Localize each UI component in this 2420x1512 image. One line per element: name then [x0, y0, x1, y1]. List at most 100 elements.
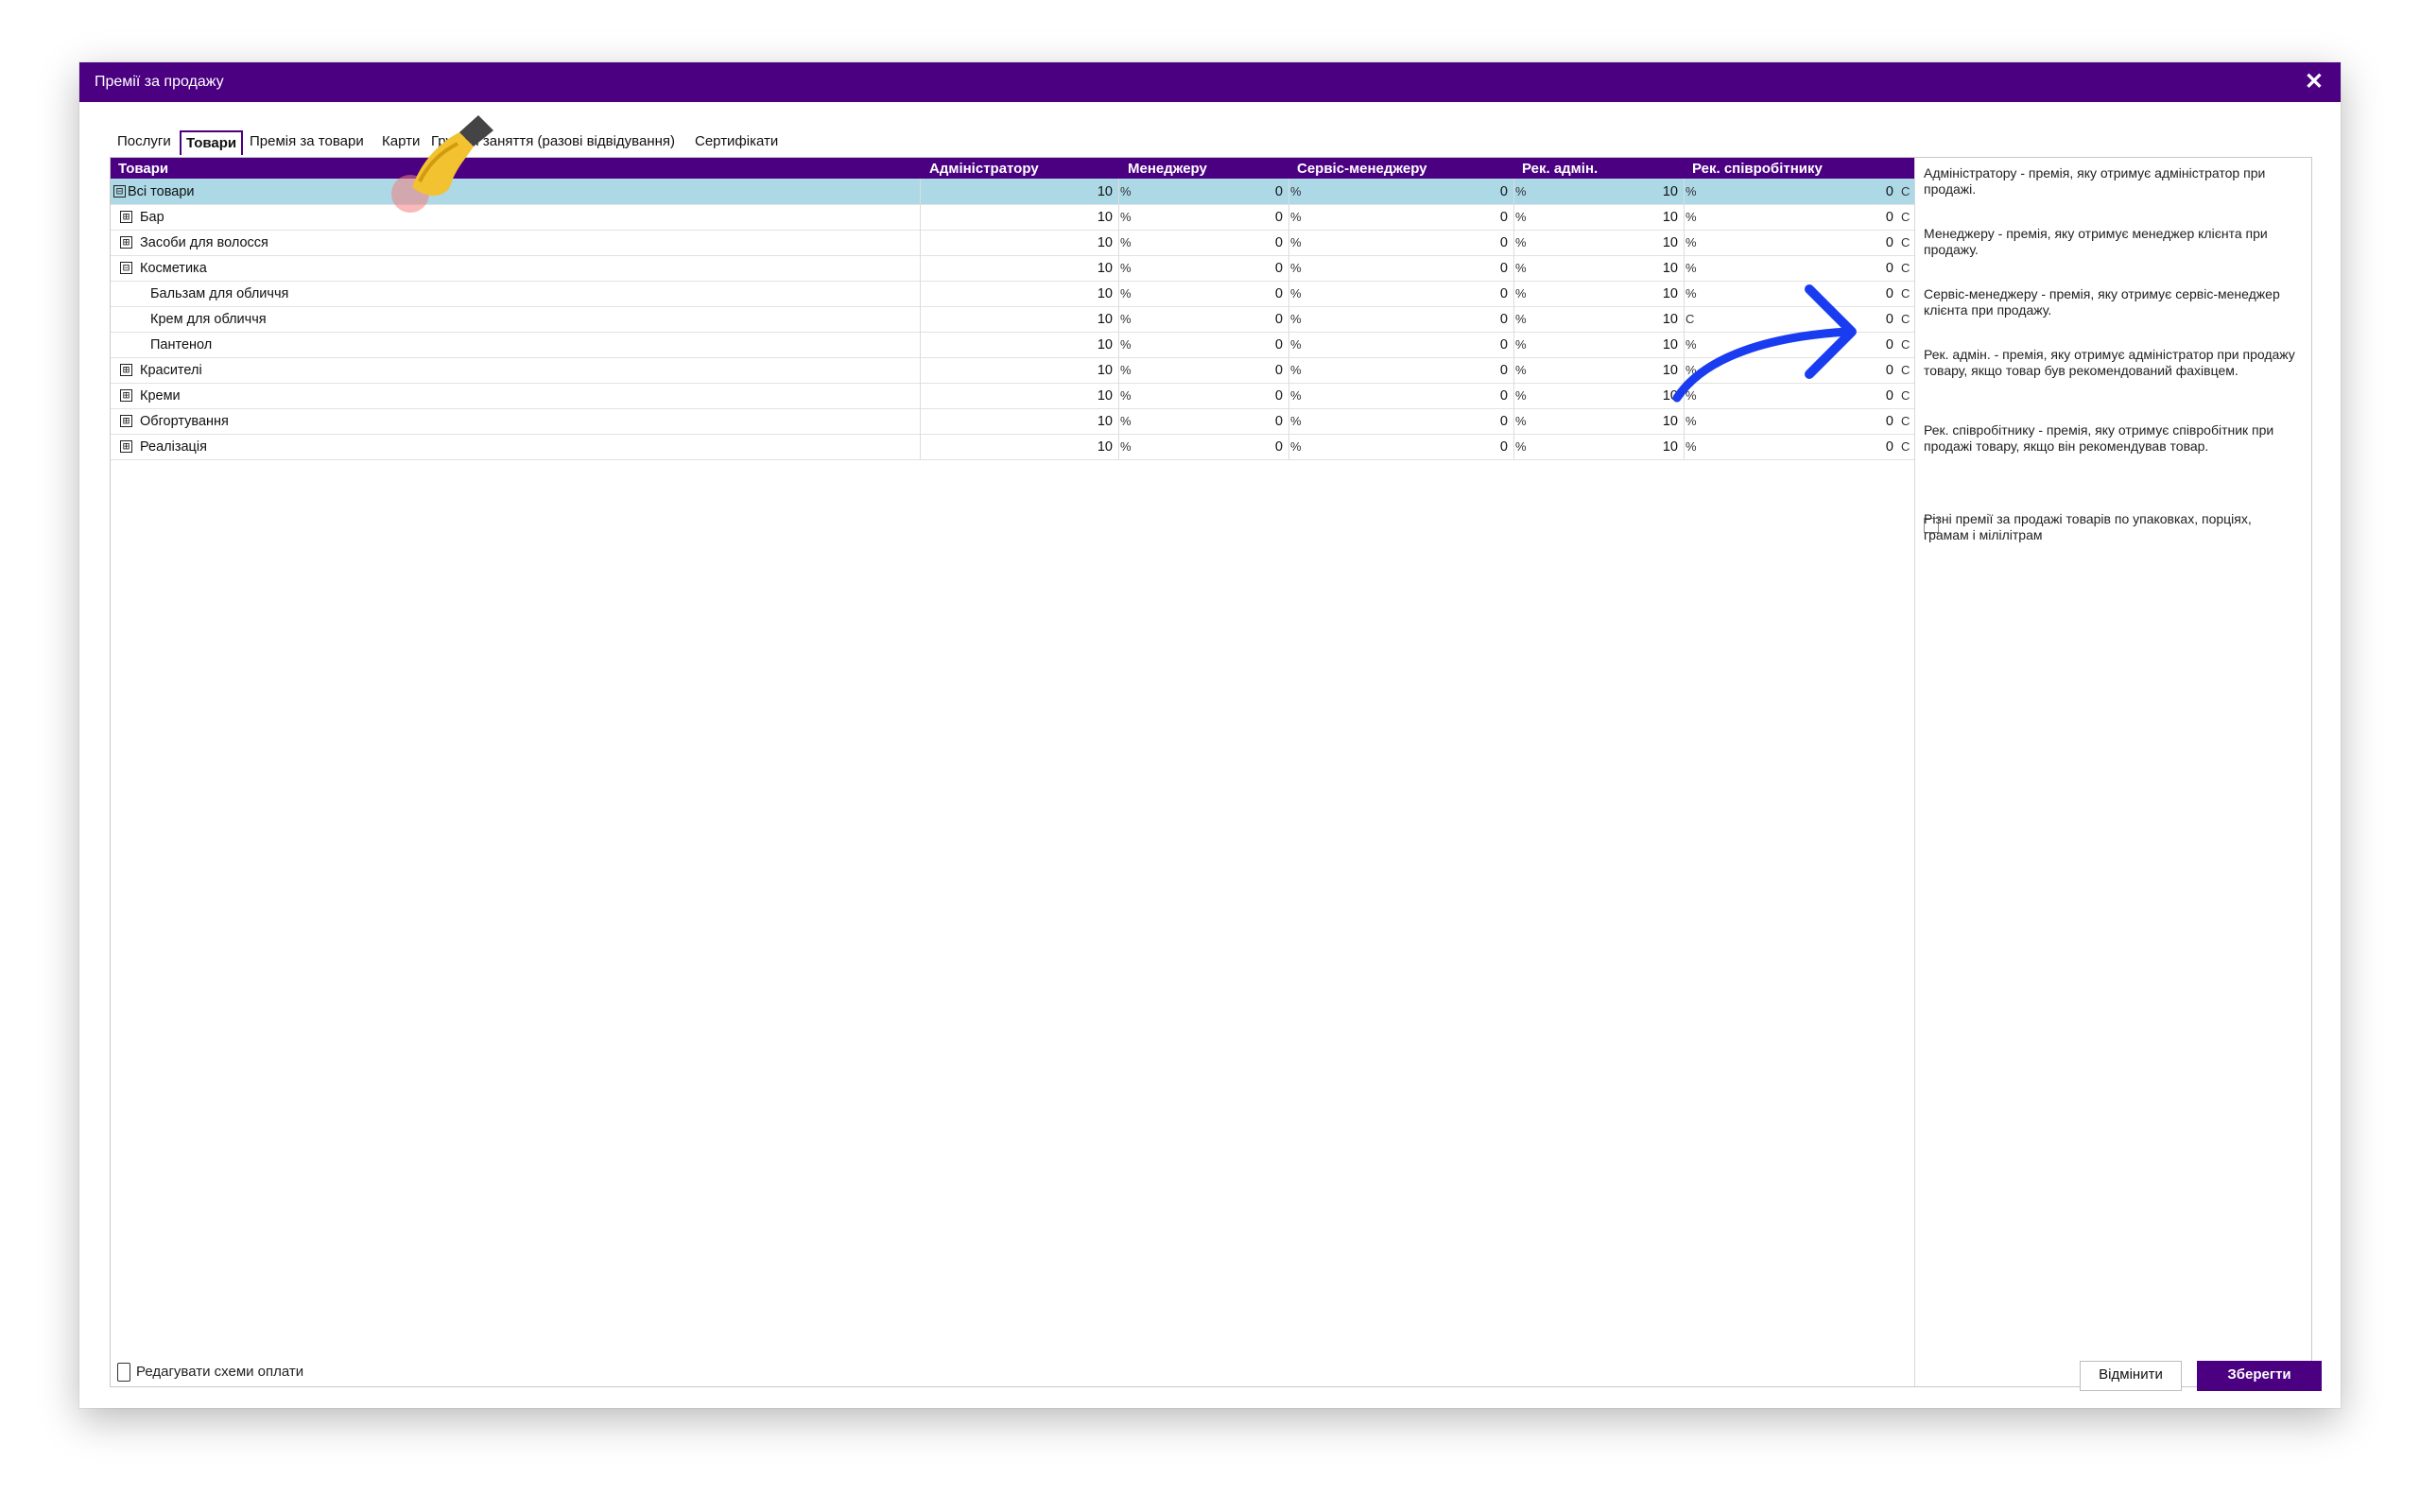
service-unit[interactable]: % — [1515, 363, 1527, 377]
manager-value[interactable]: 0 — [1226, 312, 1283, 327]
admin-value[interactable]: 10 — [1056, 286, 1113, 301]
rec-admin-value[interactable]: 10 — [1621, 414, 1678, 429]
table-row[interactable]: ⊟ Всі товари 10% 0% 0% 10% 0С — [111, 179, 1914, 205]
rec-employee-unit[interactable]: С — [1901, 388, 1910, 403]
service-value[interactable]: 0 — [1451, 210, 1508, 225]
expand-icon[interactable]: ⊞ — [120, 389, 132, 402]
close-icon[interactable]: ✕ — [2305, 68, 2324, 95]
rec-admin-unit[interactable]: % — [1685, 184, 1697, 198]
rec-admin-unit[interactable]: % — [1685, 439, 1697, 454]
expand-icon[interactable]: ⊞ — [120, 440, 132, 453]
table-row[interactable]: ⊟ Косметика 10% 0% 0% 10% 0С — [111, 255, 1914, 282]
rec-employee-value[interactable]: 0 — [1837, 439, 1893, 455]
table-row[interactable]: ⊞ Реалізація 10% 0% 0% 10% 0С — [111, 434, 1914, 460]
admin-value[interactable]: 10 — [1056, 235, 1113, 250]
expand-icon[interactable]: ⊞ — [120, 236, 132, 249]
col-admin-header[interactable]: Адміністратору — [929, 161, 1039, 177]
tab-services[interactable]: Послуги — [117, 133, 171, 149]
service-unit[interactable]: % — [1515, 286, 1527, 301]
manager-value[interactable]: 0 — [1226, 210, 1283, 225]
rec-admin-value[interactable]: 10 — [1621, 210, 1678, 225]
service-unit[interactable]: % — [1515, 312, 1527, 326]
service-value[interactable]: 0 — [1451, 337, 1508, 352]
rec-admin-value[interactable]: 10 — [1621, 184, 1678, 199]
manager-value[interactable]: 0 — [1226, 235, 1283, 250]
rec-employee-unit[interactable]: С — [1901, 184, 1910, 198]
service-unit[interactable]: % — [1515, 261, 1527, 275]
table-row[interactable]: Пантенол 10% 0% 0% 10% 0С — [111, 332, 1914, 358]
manager-unit[interactable]: % — [1290, 261, 1302, 275]
tab-product-bonus[interactable]: Премія за товари — [250, 133, 364, 149]
table-row[interactable]: ⊞ Красителі 10% 0% 0% 10% 0С — [111, 357, 1914, 384]
table-row[interactable]: Бальзам для обличчя 10% 0% 0% 10% 0С — [111, 281, 1914, 307]
admin-unit[interactable]: % — [1120, 261, 1132, 275]
service-value[interactable]: 0 — [1451, 286, 1508, 301]
service-unit[interactable]: % — [1515, 414, 1527, 428]
service-value[interactable]: 0 — [1451, 388, 1508, 404]
manager-value[interactable]: 0 — [1226, 388, 1283, 404]
service-value[interactable]: 0 — [1451, 363, 1508, 378]
manager-unit[interactable]: % — [1290, 439, 1302, 454]
rec-employee-unit[interactable]: С — [1901, 439, 1910, 454]
rec-employee-value[interactable]: 0 — [1837, 235, 1893, 250]
tab-products[interactable]: Товари — [180, 130, 244, 155]
manager-unit[interactable]: % — [1290, 286, 1302, 301]
admin-value[interactable]: 10 — [1056, 337, 1113, 352]
collapse-icon[interactable]: ⊟ — [113, 185, 126, 198]
admin-unit[interactable]: % — [1120, 286, 1132, 301]
table-row[interactable]: ⊞ Бар 10% 0% 0% 10% 0С — [111, 204, 1914, 231]
rec-employee-unit[interactable]: С — [1901, 261, 1910, 275]
service-unit[interactable]: % — [1515, 235, 1527, 249]
manager-value[interactable]: 0 — [1226, 363, 1283, 378]
expand-icon[interactable]: ⊞ — [120, 211, 132, 223]
rec-employee-unit[interactable]: С — [1901, 235, 1910, 249]
admin-value[interactable]: 10 — [1056, 312, 1113, 327]
expand-icon[interactable]: ⊞ — [120, 364, 132, 376]
service-unit[interactable]: % — [1515, 337, 1527, 352]
admin-value[interactable]: 10 — [1056, 261, 1113, 276]
admin-value[interactable]: 10 — [1056, 184, 1113, 199]
collapse-icon[interactable]: ⊟ — [120, 262, 132, 274]
manager-unit[interactable]: % — [1290, 337, 1302, 352]
manager-unit[interactable]: % — [1290, 210, 1302, 224]
admin-unit[interactable]: % — [1120, 312, 1132, 326]
manager-unit[interactable]: % — [1290, 414, 1302, 428]
col-name-header[interactable]: Товари — [118, 161, 168, 177]
service-unit[interactable]: % — [1515, 439, 1527, 454]
manager-value[interactable]: 0 — [1226, 337, 1283, 352]
rec-employee-unit[interactable]: С — [1901, 210, 1910, 224]
manager-value[interactable]: 0 — [1226, 261, 1283, 276]
manager-value[interactable]: 0 — [1226, 184, 1283, 199]
service-value[interactable]: 0 — [1451, 235, 1508, 250]
manager-value[interactable]: 0 — [1226, 286, 1283, 301]
admin-unit[interactable]: % — [1120, 363, 1132, 377]
admin-unit[interactable]: % — [1120, 184, 1132, 198]
admin-value[interactable]: 10 — [1056, 439, 1113, 455]
admin-unit[interactable]: % — [1120, 235, 1132, 249]
col-rec-admin-header[interactable]: Рек. адмін. — [1522, 161, 1598, 177]
manager-unit[interactable]: % — [1290, 184, 1302, 198]
edit-payment-schemes-link[interactable]: Редагувати схеми оплати — [117, 1363, 303, 1382]
col-rec-employee-header[interactable]: Рек. співробітнику — [1692, 161, 1823, 177]
rec-employee-unit[interactable]: С — [1901, 286, 1910, 301]
manager-unit[interactable]: % — [1290, 388, 1302, 403]
rec-employee-value[interactable]: 0 — [1837, 261, 1893, 276]
rec-admin-value[interactable]: 10 — [1621, 235, 1678, 250]
cancel-button[interactable]: Відмінити — [2080, 1361, 2182, 1391]
table-row[interactable]: ⊞ Креми 10% 0% 0% 10% 0С — [111, 383, 1914, 409]
col-manager-header[interactable]: Менеджеру — [1128, 161, 1207, 177]
service-unit[interactable]: % — [1515, 388, 1527, 403]
tab-certificates[interactable]: Сертифікати — [695, 133, 778, 149]
service-value[interactable]: 0 — [1451, 261, 1508, 276]
expand-icon[interactable]: ⊞ — [120, 415, 132, 427]
rec-admin-unit[interactable]: % — [1685, 235, 1697, 249]
manager-unit[interactable]: % — [1290, 363, 1302, 377]
admin-unit[interactable]: % — [1120, 439, 1132, 454]
manager-unit[interactable]: % — [1290, 235, 1302, 249]
rec-admin-value[interactable]: 10 — [1621, 439, 1678, 455]
admin-unit[interactable]: % — [1120, 337, 1132, 352]
rec-admin-unit[interactable]: % — [1685, 261, 1697, 275]
rec-employee-value[interactable]: 0 — [1837, 414, 1893, 429]
admin-unit[interactable]: % — [1120, 388, 1132, 403]
rec-employee-unit[interactable]: С — [1901, 363, 1910, 377]
